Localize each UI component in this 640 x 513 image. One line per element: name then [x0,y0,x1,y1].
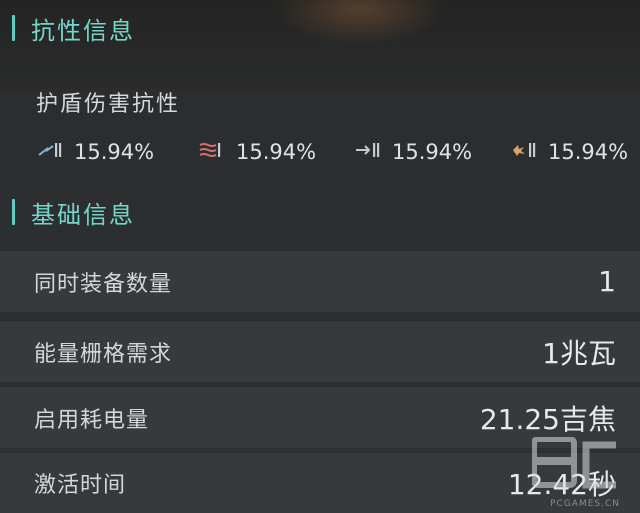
resistance-values-row: 15.94% 15.94% 15.94% 15.94% [36,136,640,168]
resistance-item-explosive: 15.94% [510,136,628,168]
info-row-grid-requirement: 能量栅格需求 1兆瓦 [0,320,640,382]
resistance-item-fire: 15.94% [198,136,316,168]
site-watermark: PCGAMES.CN [531,436,620,509]
info-label: 能量栅格需求 [34,341,173,367]
fire-damage-icon [198,139,226,165]
info-label: 激活时间 [34,473,127,498]
resistance-item-kinetic: 15.94% [354,136,472,168]
electric-damage-icon [36,139,64,165]
section-accent-bar [12,15,15,41]
info-label: 启用耗电量 [34,407,150,433]
resistance-section-header: 抗性信息 [0,4,640,52]
resistance-item-electric: 15.94% [36,136,154,168]
item-info-panel: 抗性信息 护盾伤害抗性 15.94% 15.94% 15.94% 15.94% … [0,0,640,513]
basic-section-header: 基础信息 [0,188,640,236]
info-value: 21.25吉焦 [479,402,616,436]
resistance-value: 15.94% [392,140,473,164]
watermark-text: PCGAMES.CN [550,499,620,509]
info-value: 1 [598,265,616,298]
info-value: 1兆瓦 [542,336,616,370]
resistance-value: 15.94% [548,140,629,164]
pc-logo-icon [531,436,616,489]
shield-resistance-title: 护盾伤害抗性 [36,92,181,117]
kinetic-damage-icon [354,139,382,165]
info-row-equip-count: 同时装备数量 1 [0,250,640,312]
resistance-section-title: 抗性信息 [31,16,135,45]
resistance-value: 15.94% [74,140,155,164]
info-label: 同时装备数量 [34,271,173,297]
explosive-damage-icon [510,139,538,165]
section-accent-bar [12,199,15,225]
resistance-value: 15.94% [236,140,317,164]
basic-section-title: 基础信息 [31,200,135,229]
